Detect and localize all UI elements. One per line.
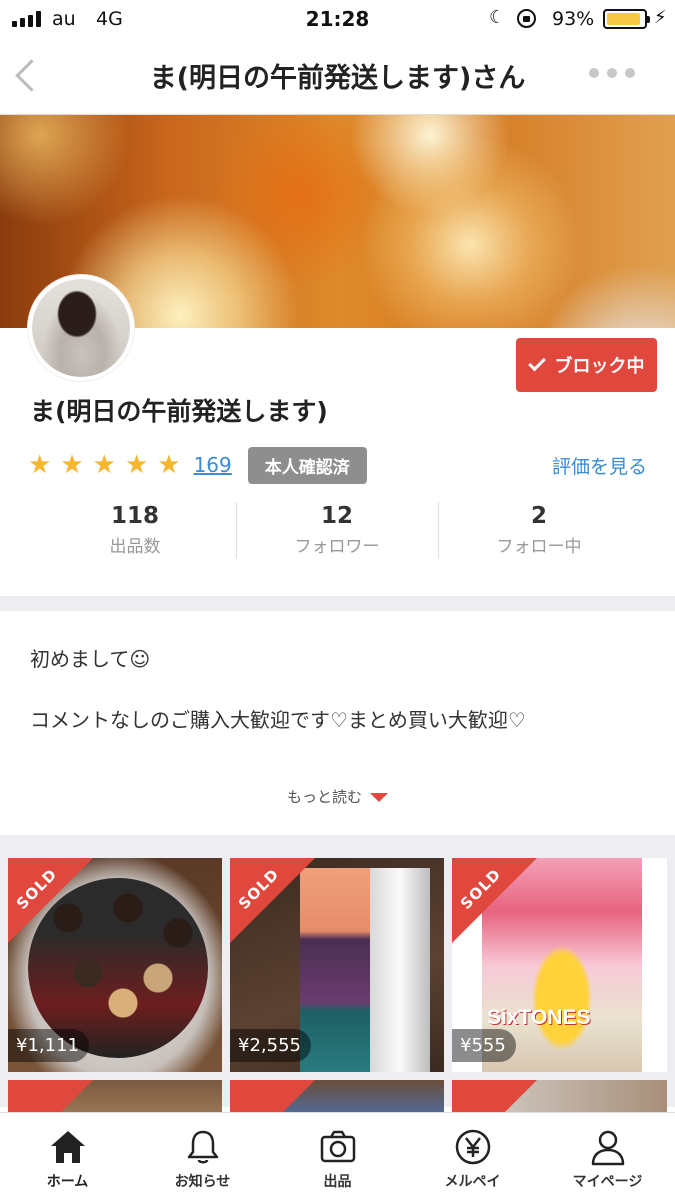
stat-listings[interactable]: 118 出品数	[34, 500, 236, 560]
star-rating: ★ ★ ★ ★ ★	[28, 452, 190, 478]
tab-merpay-label: メルペイ	[444, 1174, 501, 1190]
stat-followers-label: フォロワー	[294, 537, 380, 557]
profile-stats: 118 出品数 12 フォロワー 2 フォロー中	[34, 500, 640, 560]
item-card[interactable]: SOLD ¥2,555	[230, 858, 444, 1072]
view-reviews-link[interactable]: 評価を見る	[552, 452, 647, 479]
rotation-lock-icon	[517, 9, 536, 28]
stat-listings-value: 118	[110, 503, 159, 529]
tab-notifications[interactable]: お知らせ	[135, 1113, 270, 1200]
stat-followers-value: 12	[320, 503, 353, 529]
camera-icon	[320, 1130, 355, 1163]
bell-icon	[187, 1130, 218, 1164]
section-divider	[0, 596, 675, 611]
block-status-button[interactable]: ブロック中	[516, 338, 657, 392]
tab-sell[interactable]: 出品	[270, 1113, 405, 1200]
tab-home-label: ホーム	[46, 1174, 89, 1190]
yen-icon	[455, 1129, 490, 1165]
tab-mypage[interactable]: マイページ	[540, 1113, 675, 1200]
stat-following-label: フォロー中	[496, 537, 582, 557]
star-icon: ★	[28, 450, 52, 480]
block-status-label: ブロック中	[554, 356, 645, 377]
item-price: ¥1,111	[8, 1029, 89, 1062]
bio-line-1: 初めまして☺︎	[30, 647, 151, 671]
battery-percent: 93%	[552, 8, 595, 30]
back-button[interactable]	[10, 54, 50, 98]
nav-bar: ま(明日の午前発送します)さん	[0, 38, 675, 115]
person-icon	[591, 1130, 624, 1166]
stat-followers[interactable]: 12 フォロワー	[236, 500, 438, 560]
tab-merpay[interactable]: メルペイ	[405, 1113, 540, 1200]
item-price: ¥2,555	[230, 1029, 311, 1062]
page-title: ま(明日の午前発送します)さん	[149, 63, 526, 94]
tab-sell-label: 出品	[323, 1174, 352, 1190]
avatar[interactable]	[28, 275, 134, 381]
star-icon: ★	[92, 450, 116, 480]
battery-icon	[603, 9, 650, 29]
tab-notifications-label: お知らせ	[174, 1174, 231, 1190]
item-card[interactable]: SOLD ¥1,111	[8, 858, 222, 1072]
more-dots-icon[interactable]	[589, 68, 635, 78]
read-more-button[interactable]: もっと読む	[0, 786, 675, 807]
do-not-disturb-icon: ☾	[489, 7, 506, 28]
read-more-label: もっと読む	[286, 788, 362, 806]
check-icon	[527, 353, 546, 372]
bottom-tab-bar: ホーム お知らせ 出品 メルペイ マイページ	[0, 1112, 675, 1200]
star-icon: ★	[157, 450, 181, 480]
item-price: ¥555	[452, 1029, 516, 1062]
caret-down-icon	[370, 793, 388, 802]
magazine-cover-title: SixTONES	[487, 1006, 591, 1029]
home-icon	[50, 1131, 85, 1163]
star-icon: ★	[60, 450, 84, 480]
tab-mypage-label: マイページ	[572, 1174, 643, 1190]
bio-line-2: コメントなしのご購入大歓迎です♡まとめ買い大歓迎♡	[30, 708, 526, 732]
rating-count-link[interactable]: 169	[194, 453, 232, 477]
stat-following-value: 2	[530, 503, 547, 529]
verified-badge: 本人確認済	[247, 446, 367, 484]
status-bar: au 4G 21:28 ☾ 93% ⚡	[0, 0, 675, 38]
star-icon: ★	[124, 450, 149, 480]
user-name: ま(明日の午前発送します)	[30, 397, 328, 426]
stat-listings-label: 出品数	[109, 537, 161, 557]
tab-home[interactable]: ホーム	[0, 1113, 135, 1200]
battery-fill	[607, 13, 641, 25]
rating-row: ★ ★ ★ ★ ★ 169 本人確認済	[28, 446, 367, 484]
charging-icon: ⚡	[654, 7, 667, 28]
stat-following[interactable]: 2 フォロー中	[438, 500, 640, 560]
item-card[interactable]: SixTONES SOLD ¥555	[452, 858, 667, 1072]
